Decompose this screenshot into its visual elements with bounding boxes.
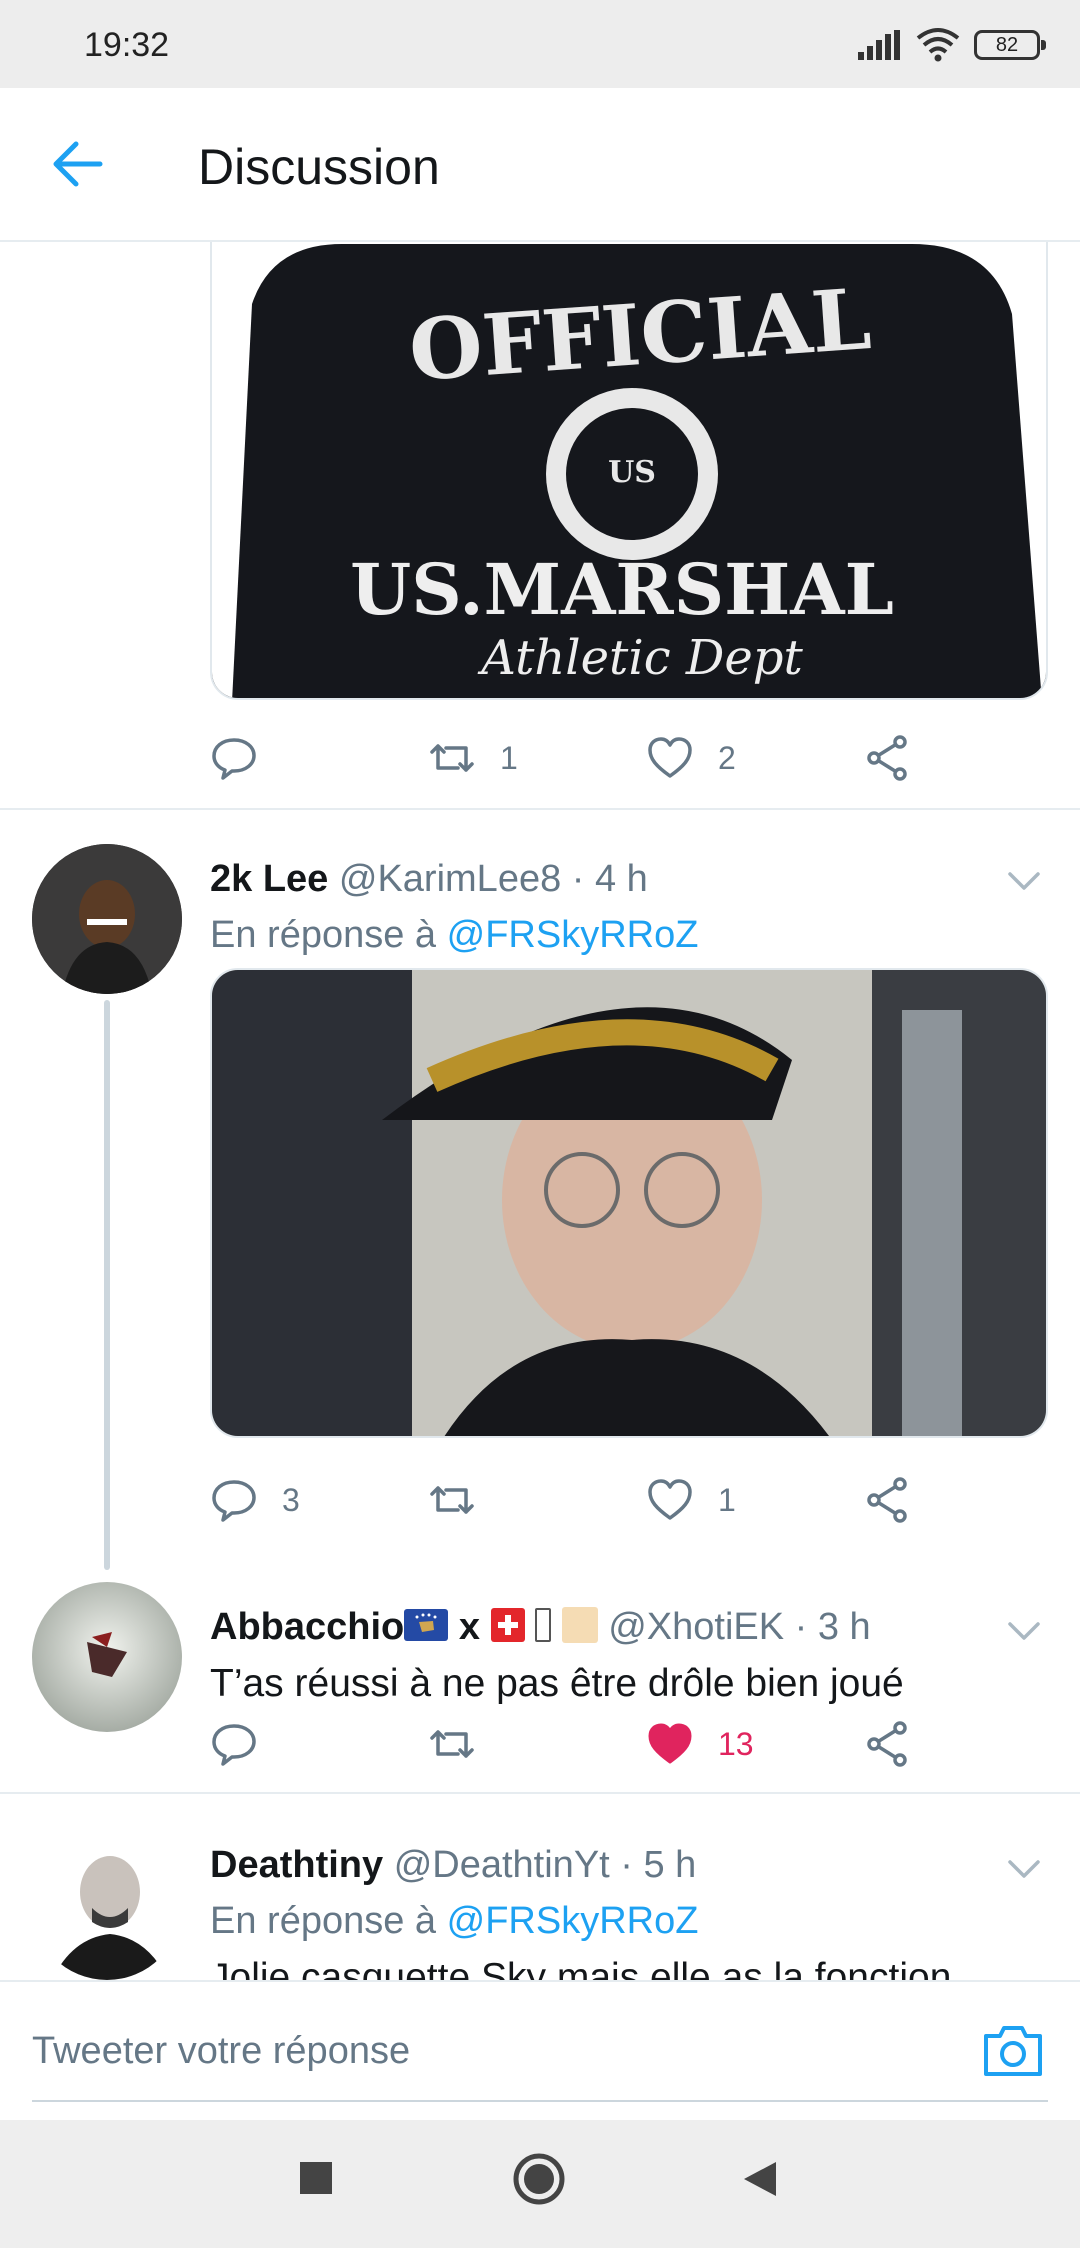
tweet-actions: 1 2 xyxy=(210,728,930,788)
heart-icon xyxy=(648,1479,692,1520)
reply-input[interactable]: Tweeter votre réponse xyxy=(32,2030,410,2073)
reply-to-link[interactable]: @FRSkyRRoZ xyxy=(447,1900,699,1942)
swiss-flag-icon xyxy=(490,1607,525,1642)
tweet-header: Abbacchio x @XhotiEK · 3 h xyxy=(210,1606,871,1649)
retweet-icon xyxy=(430,1730,474,1758)
like-button[interactable]: 1 xyxy=(646,1470,736,1530)
conversation-feed[interactable]: OFFICIAL US US.MARSHAL Athletic Dept 1 2 xyxy=(0,242,1080,1980)
heart-icon xyxy=(648,737,692,778)
officer-photo xyxy=(212,970,1046,1436)
svg-text:US: US xyxy=(608,455,656,490)
page-title: Discussion xyxy=(198,139,440,195)
reply-button[interactable] xyxy=(210,728,282,788)
signal-icon xyxy=(858,30,900,60)
unknown-emoji-icon xyxy=(535,1607,552,1642)
share-button[interactable] xyxy=(864,1714,912,1774)
sweatshirt-image: OFFICIAL US US.MARSHAL Athletic Dept xyxy=(212,242,1046,698)
avatar-image xyxy=(32,1582,182,1732)
back-arrow-icon[interactable] xyxy=(48,134,108,194)
display-name[interactable]: 2k Lee xyxy=(210,858,328,900)
display-name-separator: x xyxy=(458,1606,480,1648)
chevron-down-icon[interactable] xyxy=(1004,1610,1044,1650)
tweet-time: · 5 h xyxy=(620,1844,697,1886)
user-handle[interactable]: @XhotiEK xyxy=(608,1606,784,1648)
tweet-actions: 3 1 xyxy=(210,1470,930,1530)
kosovo-flag-icon xyxy=(404,1608,449,1641)
avatar[interactable] xyxy=(32,1582,182,1732)
reply-to-link[interactable]: @FRSkyRRoZ xyxy=(447,914,699,956)
reply-context: En réponse à @FRSkyRRoZ xyxy=(210,914,699,956)
avatar-image xyxy=(32,1830,182,1980)
tweet-text: T’as réussi à ne pas être drôle bien jou… xyxy=(210,1662,904,1705)
tweet-header: Deathtiny @DeathtinYt · 5 h xyxy=(210,1844,696,1887)
tweet-divider xyxy=(0,808,1080,810)
retweet-icon xyxy=(430,744,474,772)
share-button[interactable] xyxy=(864,728,912,788)
display-name[interactable]: Abbacchio xyxy=(210,1606,404,1648)
display-name[interactable]: Deathtiny xyxy=(210,1844,383,1886)
heart-filled-icon xyxy=(648,1723,692,1764)
tweet-text: Jolie casquette Sky mais elle as la fonc… xyxy=(210,1956,952,1980)
reply-icon xyxy=(212,1724,256,1766)
camera-icon[interactable] xyxy=(982,2022,1044,2078)
share-icon xyxy=(867,735,907,781)
retweet-icon xyxy=(430,1486,474,1514)
share-button[interactable] xyxy=(864,1470,912,1530)
chevron-down-icon[interactable] xyxy=(1004,1848,1044,1888)
home-circle-icon[interactable] xyxy=(512,2152,566,2206)
like-button-active[interactable]: 13 xyxy=(646,1714,754,1774)
reply-button[interactable] xyxy=(210,1714,282,1774)
tweet-header: 2k Lee @KarimLee8 · 4 h xyxy=(210,858,648,901)
tweet-time: · 4 h xyxy=(571,858,648,900)
tweet-divider xyxy=(0,1792,1080,1794)
avatar-image xyxy=(32,844,182,994)
reply-icon xyxy=(212,738,256,780)
chevron-down-icon[interactable] xyxy=(1004,860,1044,900)
retweet-button[interactable]: 1 xyxy=(428,728,518,788)
input-underline xyxy=(32,2100,1048,2102)
status-time: 19:32 xyxy=(84,26,170,64)
back-triangle-icon[interactable] xyxy=(742,2160,778,2198)
wifi-icon xyxy=(916,28,960,62)
reply-icon xyxy=(212,1480,256,1522)
share-icon xyxy=(867,1721,907,1767)
system-navigation-bar xyxy=(0,2120,1080,2248)
svg-text:US.MARSHAL: US.MARSHAL xyxy=(350,548,894,631)
reply-button[interactable]: 3 xyxy=(210,1470,300,1530)
user-handle[interactable]: @DeathtinYt xyxy=(394,1844,610,1886)
placeholder-emoji-icon xyxy=(561,1606,598,1643)
reply-context: En réponse à @FRSkyRRoZ xyxy=(210,1900,699,1942)
top-app-bar: Discussion xyxy=(0,88,1080,242)
like-button[interactable]: 2 xyxy=(646,728,736,788)
tweet-time: · 3 h xyxy=(794,1606,871,1648)
battery-icon: 82 xyxy=(974,30,1046,60)
user-handle[interactable]: @KarimLee8 xyxy=(339,858,561,900)
tweet-image-officer[interactable] xyxy=(210,968,1048,1438)
share-icon xyxy=(867,1477,907,1523)
thread-line xyxy=(104,1000,110,1570)
tweet-image-sweatshirt[interactable]: OFFICIAL US US.MARSHAL Athletic Dept xyxy=(210,242,1048,700)
retweet-button[interactable] xyxy=(428,1470,500,1530)
recents-square-icon[interactable] xyxy=(298,2160,334,2196)
reply-compose-bar: Tweeter votre réponse xyxy=(0,1980,1080,2120)
avatar[interactable] xyxy=(32,1830,182,1980)
svg-text:Athletic Dept: Athletic Dept xyxy=(477,630,803,686)
tweet-actions: 13 xyxy=(210,1714,930,1774)
avatar[interactable] xyxy=(32,844,182,994)
status-bar: 19:32 82 xyxy=(0,0,1080,88)
retweet-button[interactable] xyxy=(428,1714,500,1774)
